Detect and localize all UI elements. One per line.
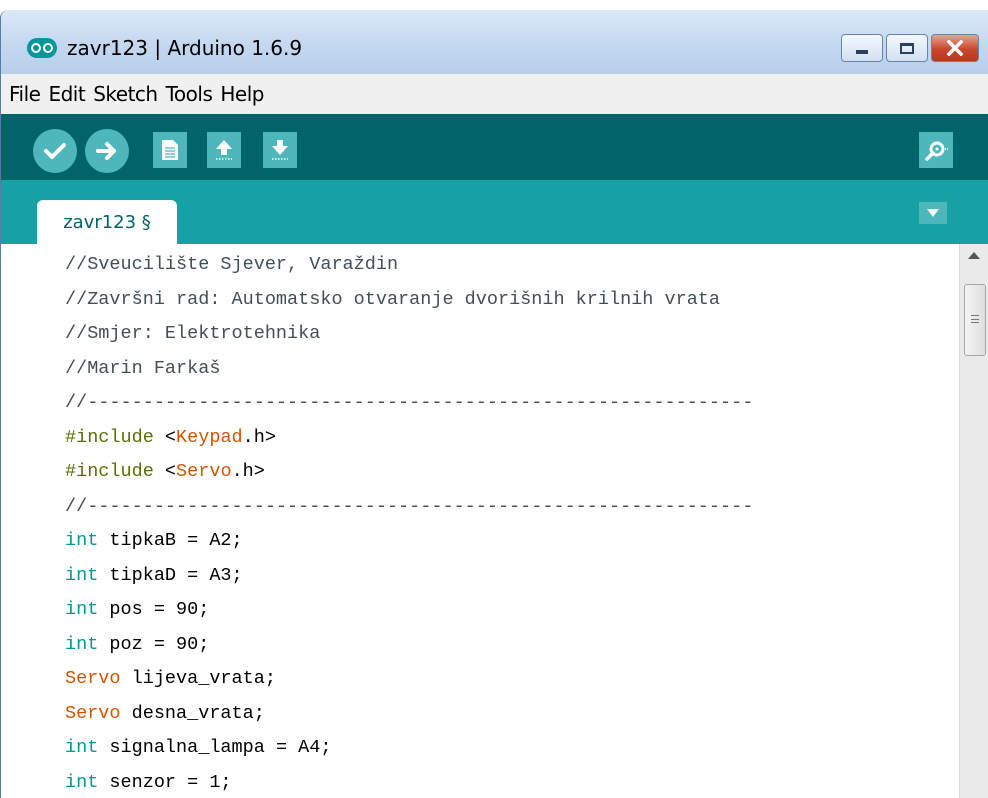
code-token: poz = 90; (98, 633, 210, 655)
code-token: int (65, 564, 99, 586)
open-icon (216, 140, 232, 160)
serial-monitor-icon (925, 141, 948, 161)
menu-bar: File Edit Sketch Tools Help (1, 74, 988, 114)
new-button[interactable] (153, 132, 187, 168)
code-token: //--------------------------------------… (65, 495, 754, 517)
code-line[interactable]: int tipkaB = A2; (65, 524, 955, 559)
code-token: Servo (65, 702, 121, 724)
code-line[interactable]: Servo lijeva_vrata; (65, 662, 955, 697)
code-token: < (153, 426, 177, 448)
verify-button[interactable] (33, 129, 77, 173)
code-line[interactable]: //--------------------------------------… (65, 386, 955, 421)
code-token: int (65, 633, 99, 655)
code-line[interactable]: int tipkaD = A3; (65, 559, 955, 594)
save-button[interactable] (263, 132, 297, 168)
code-token: pos = 90; (98, 599, 210, 620)
code-token: //Završni rad: Automatsko otvaranje dvor… (65, 288, 721, 310)
code-token: //Marin Farkaš (65, 357, 221, 379)
code-token: .h> (242, 426, 276, 448)
code-line[interactable]: int senzor = 1; (65, 766, 955, 798)
scroll-thumb[interactable] (964, 284, 986, 356)
code-token: < (153, 461, 177, 482)
code-line[interactable]: //Smjer: Elektrotehnika (65, 317, 955, 352)
code-line[interactable]: #include <Servo.h> (65, 455, 955, 490)
menu-sketch[interactable]: Sketch (89, 82, 161, 106)
code-token: int (65, 599, 99, 620)
code-token: //--------------------------------------… (65, 392, 754, 413)
code-token: int (65, 530, 99, 551)
verify-icon (44, 143, 66, 159)
code-token: int (65, 737, 99, 758)
code-line[interactable]: //Završni rad: Automatsko otvaranje dvor… (65, 283, 955, 318)
scroll-up-arrow-icon[interactable] (968, 252, 980, 259)
code-token: #include (65, 461, 154, 482)
close-button[interactable] (931, 34, 979, 62)
code-area[interactable]: //Sveucilište Sjever, Varaždin //Završni … (65, 248, 955, 798)
code-token: #include (65, 426, 154, 448)
window-title: zavr123 | Arduino 1.6.9 (67, 36, 303, 60)
minimize-button[interactable] (841, 34, 883, 62)
arduino-logo-icon (27, 38, 57, 58)
code-line[interactable]: //Sveucilište Sjever, Varaždin (65, 248, 955, 283)
code-line[interactable]: int poz = 90; (65, 628, 955, 663)
save-icon (272, 140, 288, 160)
menu-edit[interactable]: Edit (44, 82, 89, 106)
code-token: lijeva_vrata; (120, 668, 276, 689)
menu-file[interactable]: File (5, 82, 44, 106)
window-controls (841, 34, 979, 62)
maximize-icon (900, 42, 914, 54)
code-token: Servo (176, 461, 232, 482)
code-line[interactable]: int pos = 90; (65, 593, 955, 628)
upload-icon (96, 142, 116, 160)
toolbar (1, 114, 988, 180)
tab-label: zavr123 § (63, 211, 151, 233)
code-token: Keypad (176, 426, 243, 448)
menu-tools[interactable]: Tools (162, 82, 217, 106)
close-icon (946, 40, 964, 56)
code-line[interactable]: int signalna_lampa = A4; (65, 731, 955, 766)
minimize-icon (856, 50, 868, 54)
code-token: //Sveucilište Sjever, Varaždin (65, 254, 399, 275)
code-token: .h> (231, 461, 265, 482)
maximize-button[interactable] (886, 34, 928, 62)
code-editor[interactable]: //Sveucilište Sjever, Varaždin //Završni … (1, 244, 988, 798)
serial-monitor-button[interactable] (919, 132, 953, 168)
code-token: int (65, 771, 99, 793)
code-token: senzor = 1; (98, 771, 232, 793)
code-token: desna_vrata; (120, 702, 265, 724)
code-token: //Smjer: Elektrotehnika (65, 323, 321, 344)
upload-button[interactable] (85, 129, 129, 173)
code-line[interactable]: //--------------------------------------… (65, 490, 955, 525)
code-token: tipkaB = A2; (98, 530, 243, 551)
tab-zavr123[interactable]: zavr123 § (37, 200, 177, 244)
code-line[interactable]: #include <Keypad.h> (65, 421, 955, 456)
code-line[interactable]: Servo desna_vrata; (65, 697, 955, 732)
vertical-scrollbar[interactable] (959, 244, 988, 798)
tab-menu-button[interactable] (919, 202, 947, 224)
menu-help[interactable]: Help (216, 82, 268, 106)
code-line[interactable]: //Marin Farkaš (65, 352, 955, 387)
open-button[interactable] (207, 132, 241, 168)
tab-bar: zavr123 § (1, 180, 988, 244)
code-token: signalna_lampa = A4; (98, 737, 332, 758)
triangle-down-icon (927, 209, 939, 217)
code-token: tipkaD = A3; (98, 564, 243, 586)
grip-icon (971, 315, 979, 323)
code-token: Servo (65, 668, 121, 689)
title-bar[interactable]: zavr123 | Arduino 1.6.9 (1, 10, 988, 74)
arduino-ide-window: zavr123 | Arduino 1.6.9 File Edit Sketch… (0, 10, 988, 798)
new-icon (162, 140, 178, 160)
